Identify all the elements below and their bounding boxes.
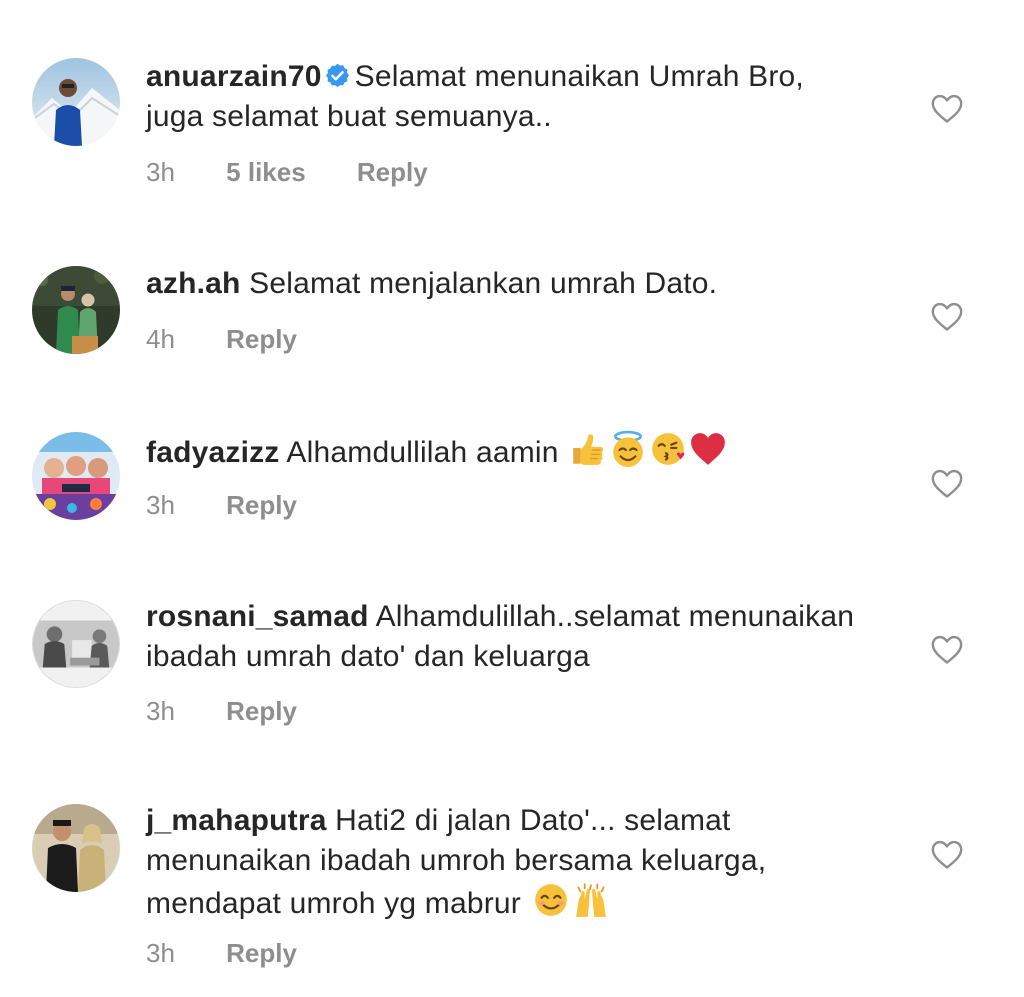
comment-time: 3h [146,696,175,726]
comment-meta: 3h 5 likes Reply [146,157,428,187]
avatar[interactable] [32,266,120,354]
comment-username[interactable]: fadyazizz [146,436,280,469]
comment-meta: 3h Reply [146,938,297,968]
comment-time: 3h [146,490,175,520]
avatar[interactable] [32,600,120,688]
verified-badge-icon [324,62,351,89]
heart-outline-icon[interactable] [930,467,964,499]
heart-outline-icon[interactable] [930,300,964,332]
comment-body: Selamat menjalankan umrah Dato. [249,267,718,300]
reply-button[interactable]: Reply [226,490,297,520]
raising-hands-emoji-icon [572,881,610,919]
comment-text: azh.ah Selamat menjalankan umrah Dato. [146,264,866,304]
comment-username[interactable]: j_mahaputra [146,804,327,837]
avatar-photo [32,58,120,146]
reply-button[interactable]: Reply [226,324,297,354]
comment-time: 3h [146,157,175,187]
avatar[interactable] [32,432,120,520]
avatar-photo [32,266,120,354]
face-blowing-a-kiss-emoji-icon [649,430,687,468]
avatar-photo [32,804,120,892]
thumbs-up-emoji-icon [569,430,607,468]
comment-time: 3h [146,938,175,968]
reply-button[interactable]: Reply [226,938,297,968]
comment-text: j_mahaputra Hati2 di jalan Dato'... sela… [146,801,866,924]
likes-count-button[interactable]: 5 likes [226,157,306,187]
smiling-face-with-halo-emoji-icon [609,430,647,468]
red-heart-emoji-icon [689,430,727,468]
heart-outline-icon[interactable] [930,92,964,124]
avatar-photo [32,432,120,520]
heart-outline-icon[interactable] [930,633,964,665]
smiling-face-with-smiling-eyes-emoji-icon [532,881,570,919]
comment-meta: 4h Reply [146,324,297,354]
avatar-photo [33,601,119,687]
comment-username[interactable]: rosnani_samad [146,600,369,633]
avatar[interactable] [32,804,120,892]
comment-body: Alhamdullilah aamin [286,436,559,469]
comment-text: fadyazizz Alhamdullilah aamin [146,430,866,473]
heart-outline-icon[interactable] [930,838,964,870]
comment-meta: 3h Reply [146,490,297,520]
comment-text: anuarzain70 Selamat menunaikan Umrah Bro,… [146,57,866,137]
reply-button[interactable]: Reply [357,157,428,187]
avatar[interactable] [32,58,120,146]
reply-button[interactable]: Reply [226,696,297,726]
comment-text: rosnani_samad Alhamdulillah..selamat men… [146,597,866,677]
comment-meta: 3h Reply [146,696,297,726]
comment-username[interactable]: anuarzain70 [146,60,322,93]
comment-username[interactable]: azh.ah [146,267,241,300]
comment-time: 4h [146,324,175,354]
